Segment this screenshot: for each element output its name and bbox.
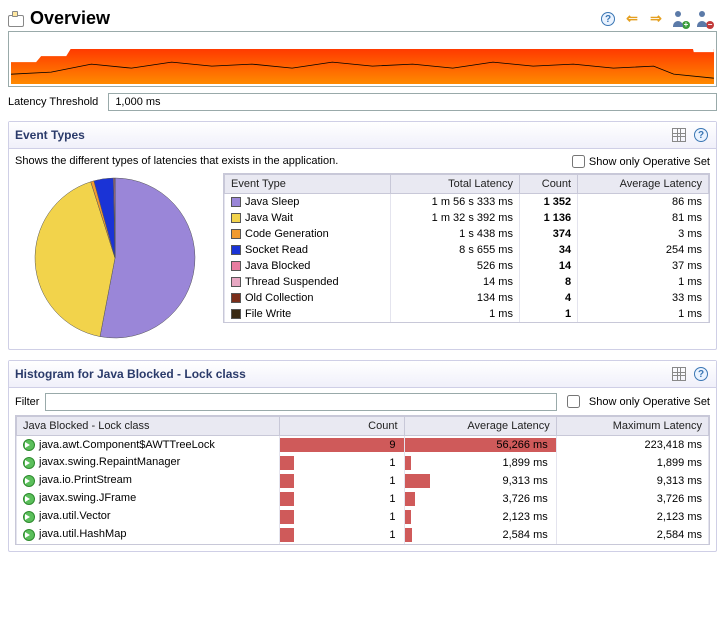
page-title: Overview (30, 8, 599, 29)
col-count[interactable]: Count (279, 417, 404, 436)
color-swatch (231, 261, 241, 271)
remove-operative-set-icon[interactable]: − (695, 10, 713, 28)
latency-timeline-chart[interactable] (8, 31, 717, 87)
expand-icon[interactable] (23, 457, 35, 469)
latency-threshold-label: Latency Threshold (8, 96, 98, 108)
table-row[interactable]: Socket Read8 s 655 ms34254 ms (225, 242, 709, 258)
color-swatch (231, 213, 241, 223)
table-row[interactable]: java.io.PrintStream19,313 ms9,313 ms (17, 472, 709, 490)
event-types-pie-chart (15, 173, 215, 343)
latency-threshold-input[interactable]: 1,000 ms (108, 93, 717, 111)
col-avg-latency[interactable]: Average Latency (404, 417, 556, 436)
table-row[interactable]: java.util.HashMap12,584 ms2,584 ms (17, 526, 709, 544)
histogram-section: Histogram for Java Blocked - Lock class … (8, 360, 717, 552)
table-row[interactable]: java.awt.Component$AWTTreeLock956,266 ms… (17, 436, 709, 454)
color-swatch (231, 277, 241, 287)
table-row[interactable]: Code Generation1 s 438 ms3743 ms (225, 226, 709, 242)
col-event-type[interactable]: Event Type (225, 175, 391, 194)
expand-icon[interactable] (23, 439, 35, 451)
col-count[interactable]: Count (519, 175, 577, 194)
expand-icon[interactable] (23, 529, 35, 541)
expand-icon[interactable] (23, 493, 35, 505)
color-swatch (231, 309, 241, 319)
table-row[interactable]: Java Wait1 m 32 s 392 ms1 13681 ms (225, 210, 709, 226)
table-row[interactable]: java.util.Vector12,123 ms2,123 ms (17, 508, 709, 526)
add-operative-set-icon[interactable]: + (671, 10, 689, 28)
table-row[interactable]: Java Sleep1 m 56 s 333 ms1 35286 ms (225, 194, 709, 211)
expand-icon[interactable] (23, 511, 35, 523)
histogram-title: Histogram for Java Blocked - Lock class (15, 367, 246, 381)
table-row[interactable]: Thread Suspended14 ms81 ms (225, 274, 709, 290)
table-row[interactable]: Java Blocked526 ms1437 ms (225, 258, 709, 274)
event-types-description: Shows the different types of latencies t… (15, 155, 572, 167)
color-swatch (231, 293, 241, 303)
color-swatch (231, 229, 241, 239)
color-swatch (231, 197, 241, 207)
nav-back-icon[interactable]: ⇐ (623, 10, 641, 28)
col-max-latency[interactable]: Maximum Latency (556, 417, 708, 436)
table-row[interactable]: javax.swing.JFrame13,726 ms3,726 ms (17, 490, 709, 508)
col-total-latency[interactable]: Total Latency (390, 175, 519, 194)
color-swatch (231, 245, 241, 255)
col-lock-class[interactable]: Java Blocked - Lock class (17, 417, 280, 436)
table-row[interactable]: javax.swing.RepaintManager11,899 ms1,899… (17, 454, 709, 472)
expand-icon[interactable] (23, 475, 35, 487)
event-types-opset-checkbox[interactable] (572, 155, 585, 168)
histogram-table[interactable]: Java Blocked - Lock class Count Average … (16, 416, 709, 544)
event-types-opset-label: Show only Operative Set (589, 156, 710, 168)
histogram-filter-label: Filter (15, 396, 39, 408)
histogram-opset-label: Show only Operative Set (589, 396, 710, 408)
table-row[interactable]: File Write1 ms11 ms (225, 306, 709, 322)
table-options-icon[interactable] (672, 128, 686, 142)
event-types-title: Event Types (15, 128, 85, 142)
overview-tab-icon (8, 11, 24, 27)
histogram-filter-input[interactable] (45, 393, 556, 411)
table-options-icon[interactable] (672, 367, 686, 381)
help-icon[interactable]: ? (599, 10, 617, 28)
event-types-section: Event Types ? Shows the different types … (8, 121, 717, 350)
col-avg-latency[interactable]: Average Latency (578, 175, 709, 194)
table-row[interactable]: Old Collection134 ms433 ms (225, 290, 709, 306)
event-types-table[interactable]: Event Type Total Latency Count Average L… (224, 174, 709, 322)
histogram-opset-checkbox[interactable] (567, 395, 580, 408)
nav-forward-icon[interactable]: ⇒ (647, 10, 665, 28)
section-help-icon[interactable]: ? (692, 365, 710, 383)
section-help-icon[interactable]: ? (692, 126, 710, 144)
